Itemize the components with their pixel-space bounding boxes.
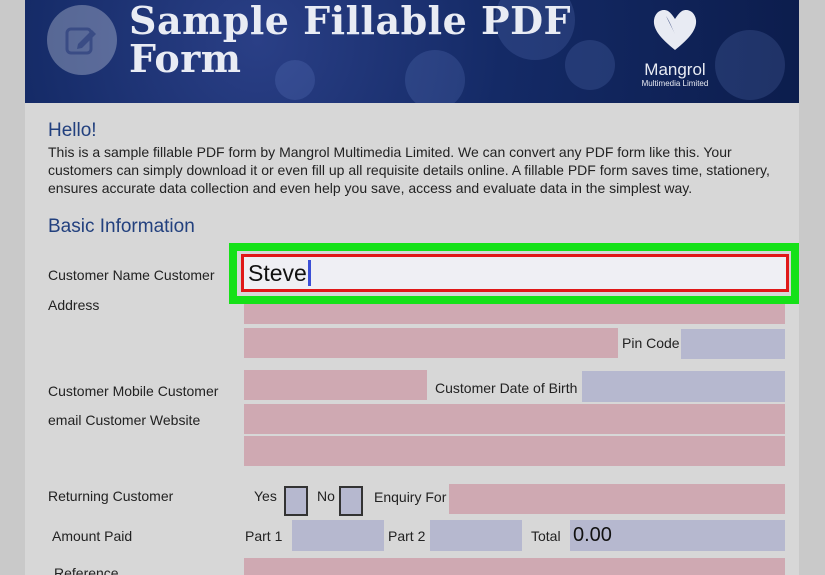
enquiry-field[interactable] [449,484,785,514]
label-amount-paid: Amount Paid [52,528,133,544]
pin-code-field[interactable] [681,329,785,359]
website-field[interactable] [244,436,785,466]
part2-field[interactable] [430,520,522,551]
banner-title-line1: Sample Fillable PDF [129,0,572,43]
brand-name: Mangrol [644,60,706,79]
brand-heart-icon [653,10,697,50]
text-caret [307,260,311,286]
customer-name-value: Steve [248,259,307,286]
banner-title: Sample Fillable PDF Form [129,2,571,78]
label-enquiry: Enquiry For [374,489,447,505]
label-yes: Yes [254,488,277,504]
label-address: Address [48,297,100,313]
brand-subtitle: Multimedia Limited [641,79,709,88]
label-email-website: email Customer Website [48,412,201,428]
intro-paragraph: This is a sample fillable PDF form by Ma… [48,144,770,196]
label-part1: Part 1 [245,528,283,544]
mobile-field[interactable] [244,370,427,400]
label-part2: Part 2 [388,528,426,544]
label-reference: Reference [54,565,119,575]
part1-field[interactable] [292,520,384,551]
label-returning-customer: Returning Customer [48,488,174,504]
total-value: 0.00 [573,524,612,546]
reference-field[interactable] [244,558,785,575]
label-pin-code: Pin Code [622,335,680,351]
banner-title-line2: Form [129,36,242,81]
yes-checkbox[interactable] [284,486,308,516]
label-no: No [317,488,335,504]
email-field[interactable] [244,404,785,434]
customer-name-input[interactable]: Steve [241,254,789,292]
no-checkbox[interactable] [339,486,363,516]
total-field[interactable]: 0.00 [570,520,785,551]
label-mobile: Customer Mobile Customer [48,383,219,399]
label-dob: Customer Date of Birth [435,380,578,396]
label-customer-name: Customer Name Customer [48,267,215,283]
edit-icon [47,5,117,75]
dob-field[interactable] [582,371,785,402]
greeting-heading: Hello! [48,120,97,141]
header-banner: Sample Fillable PDF Form Mangrol Multime… [25,0,799,103]
address-line2-field[interactable] [244,328,618,358]
section-title: Basic Information [48,216,195,237]
brand-logo: Mangrol Multimedia Limited [625,4,725,89]
label-total: Total [531,528,561,544]
